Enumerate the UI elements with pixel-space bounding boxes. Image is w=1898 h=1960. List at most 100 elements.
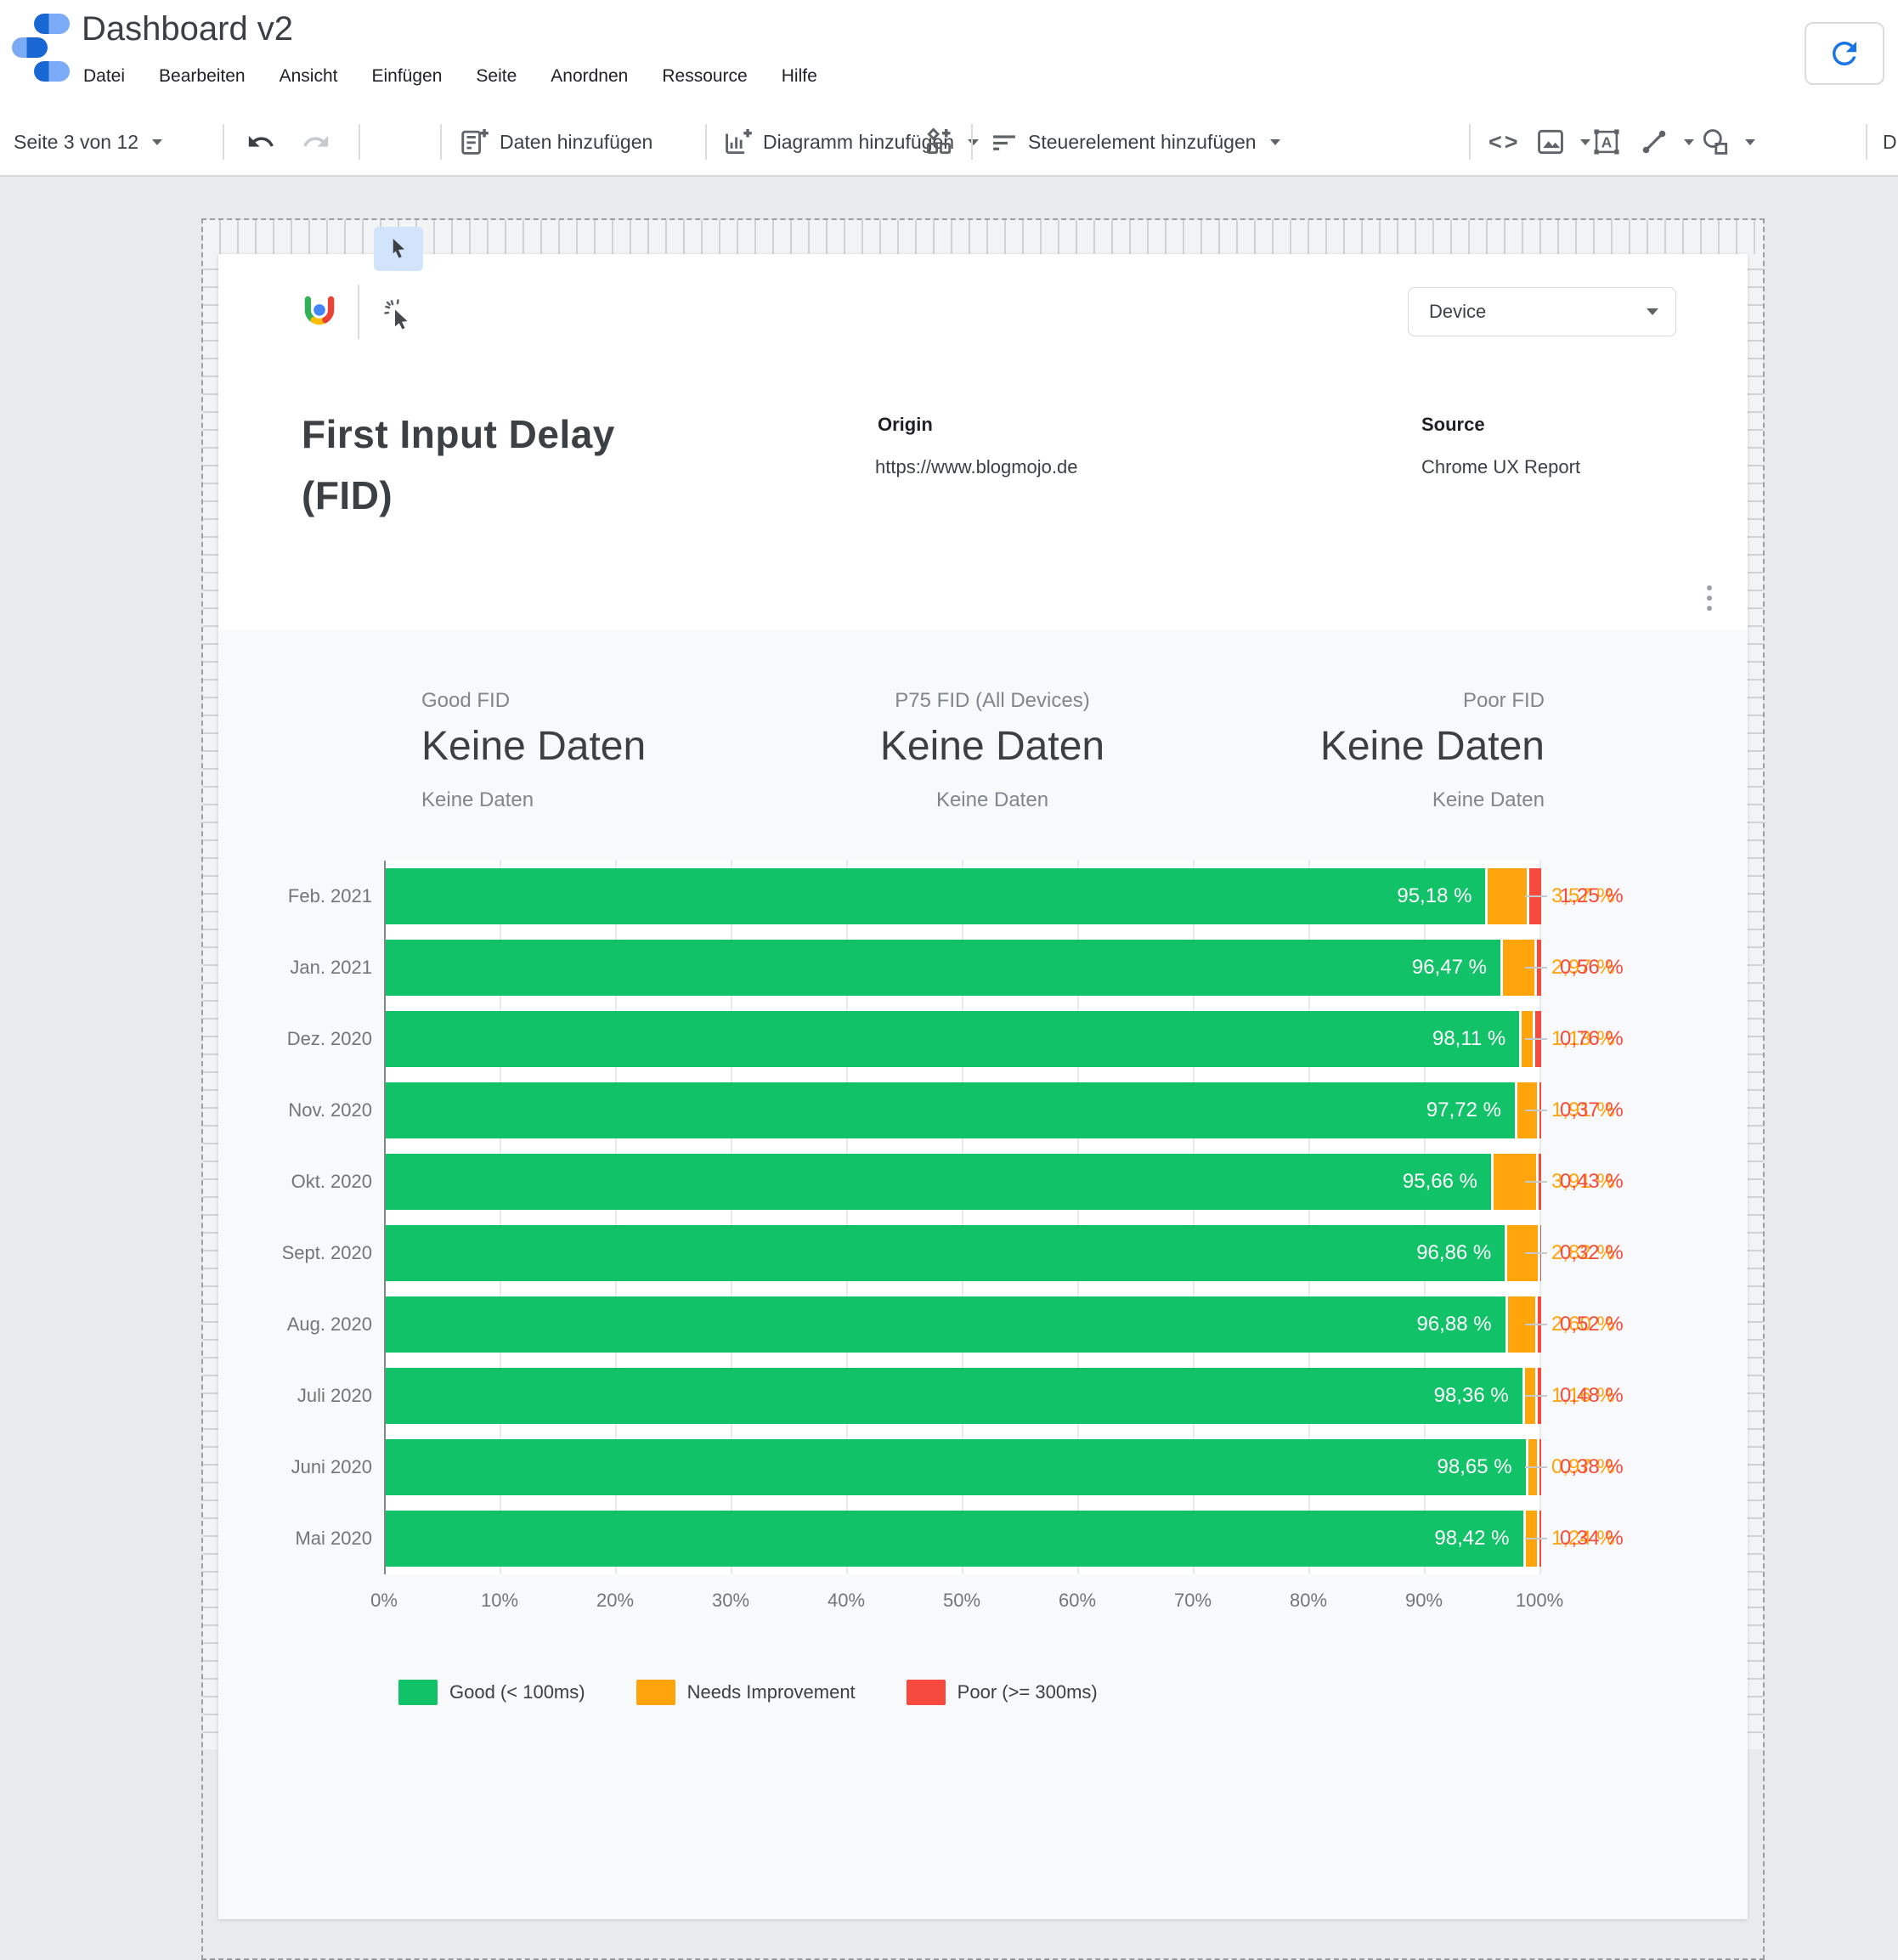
poor-value-label: 0,56 % (1560, 956, 1624, 980)
label-leader-line (1525, 1538, 1547, 1539)
origin-value: https://www.blogmojo.de (875, 456, 1077, 478)
select-tool-button[interactable] (374, 227, 423, 271)
menu-bearbeiten[interactable]: Bearbeiten (159, 66, 246, 87)
chevron-down-icon (152, 139, 162, 145)
shape-tool-icon (1699, 126, 1731, 158)
bar-value-label: 96,88 % (1416, 1313, 1491, 1336)
svg-text:A: A (1601, 133, 1613, 150)
menu-anordnen[interactable]: Anordnen (551, 66, 628, 87)
bar-value-label: 96,47 % (1412, 956, 1487, 980)
label-leader-line (1525, 1324, 1547, 1325)
bar-segment-good (386, 1225, 1505, 1281)
y-axis-label: Okt. 2020 (253, 1171, 386, 1193)
add-chart-icon (722, 126, 754, 158)
interaction-cursor-icon (381, 297, 419, 334)
bar-track: 98,42 %1,24 %0,34 % (386, 1511, 1541, 1567)
add-control-button[interactable]: Steuerelement hinzufügen (989, 109, 1280, 175)
line-tool-icon (1638, 126, 1670, 158)
text-box-icon: A (1590, 126, 1623, 158)
bar-row: Aug. 202096,88 %2,60 %0,52 % (253, 1289, 1579, 1360)
label-leader-line (1525, 1395, 1547, 1397)
bar-row: Okt. 202095,66 %3,91 %0,43 % (253, 1146, 1579, 1217)
label-leader-line (1525, 967, 1547, 969)
embed-url-button[interactable]: <> (1488, 109, 1521, 175)
poor-value-label: 0,37 % (1560, 1099, 1624, 1122)
undo-button[interactable] (246, 109, 275, 175)
label-leader-line (1525, 1181, 1547, 1183)
x-axis-tick-label: 20% (596, 1590, 634, 1612)
bar-chart[interactable]: Feb. 202195,18 %3,57 %1,25 % Jan. 2021 96,… (253, 861, 1579, 1574)
add-data-button[interactable]: Daten hinzufügen (459, 109, 652, 175)
bar-row: Nov. 202097,72 %1,91 %0,37 % (253, 1075, 1579, 1146)
bar-segment-good (386, 1296, 1505, 1353)
device-filter-dropdown[interactable]: Device (1408, 287, 1676, 336)
device-filter-label: Device (1429, 301, 1641, 323)
bar-segment-good (386, 940, 1500, 996)
bar-row: Mai 202098,42 %1,24 %0,34 % (253, 1503, 1579, 1574)
chevron-down-icon (1684, 139, 1694, 145)
scorecard-label: Poor FID (1035, 689, 1545, 713)
redo-button[interactable] (302, 109, 330, 175)
divider (1469, 124, 1471, 160)
toolbar: Seite 3 von 12 Daten hinzufügen Diagramm… (0, 109, 1898, 177)
bar-track: 98,36 %1,16 %0,48 % (386, 1368, 1541, 1424)
bar-row: Feb. 202195,18 %3,57 %1,25 % (253, 861, 1579, 932)
page-selector[interactable]: Seite 3 von 12 (14, 109, 162, 175)
add-line-button[interactable] (1638, 109, 1694, 175)
menu-ansicht[interactable]: Ansicht (280, 66, 338, 87)
bar-segment-good (386, 1511, 1523, 1567)
scorecard-poor-fid[interactable]: Poor FID Keine Daten Keine Daten (1035, 689, 1545, 812)
refresh-button[interactable] (1805, 22, 1884, 85)
report-name[interactable]: Dashboard v2 (82, 10, 293, 48)
add-control-label: Steuerelement hinzufügen (1028, 131, 1257, 154)
label-leader-line (1525, 1252, 1547, 1254)
report-page[interactable]: Device First Input Delay (FID) Origin ht… (218, 254, 1748, 1919)
menu-ressource[interactable]: Ressource (662, 66, 747, 87)
x-axis-tick-label: 70% (1174, 1590, 1212, 1612)
ruler-ticks-top (203, 220, 1763, 254)
bar-value-label: 96,86 % (1416, 1241, 1491, 1265)
x-axis-tick-label: 40% (828, 1590, 865, 1612)
bar-value-label: 98,65 % (1438, 1455, 1512, 1479)
x-axis-tick-label: 50% (943, 1590, 980, 1612)
add-text-button[interactable]: A (1590, 109, 1623, 175)
code-brackets-icon: <> (1488, 129, 1521, 155)
poor-value-label: 0,48 % (1560, 1384, 1624, 1408)
add-shape-button[interactable] (1699, 109, 1755, 175)
x-axis-labels: 0%10%20%30%40%50%60%70%80%90%100% (384, 1590, 1539, 1615)
bar-value-label: 98,42 % (1434, 1527, 1509, 1550)
chevron-down-icon (1580, 139, 1590, 145)
toolbar-overflow[interactable]: D (1883, 109, 1897, 175)
page-selector-label: Seite 3 von 12 (14, 131, 138, 154)
x-axis-tick-label: 0% (370, 1590, 398, 1612)
x-axis-tick-label: 30% (712, 1590, 749, 1612)
menu-hilfe[interactable]: Hilfe (782, 66, 817, 87)
editor-canvas[interactable]: Device First Input Delay (FID) Origin ht… (0, 177, 1898, 1742)
x-axis-tick-label: 100% (1516, 1590, 1563, 1612)
poor-value-label: 0,34 % (1560, 1527, 1624, 1550)
menu-seite[interactable]: Seite (476, 66, 517, 87)
bar-row: Dez. 202098,11 %1,13 %0,76 % (253, 1003, 1579, 1075)
divider (223, 124, 224, 160)
menu-datei[interactable]: Datei (83, 66, 125, 87)
y-axis-label: Sept. 2020 (253, 1242, 386, 1264)
legend-label: Good (< 100ms) (449, 1681, 585, 1703)
menu-einfuegen[interactable]: Einfügen (371, 66, 442, 87)
y-axis-label: Jan. 2021 (253, 957, 386, 979)
legend-swatch-good (398, 1680, 438, 1705)
divider (359, 124, 360, 160)
legend-swatch-needs-improvement (636, 1680, 675, 1705)
y-axis-label: Juni 2020 (253, 1456, 386, 1478)
poor-value-label: 0,38 % (1560, 1455, 1624, 1479)
legend-swatch-poor (907, 1680, 946, 1705)
legend-item-needs-improvement: Needs Improvement (636, 1680, 856, 1705)
poor-value-label: 0,52 % (1560, 1313, 1624, 1336)
label-leader-line (1525, 895, 1547, 897)
component-menu-button[interactable] (1703, 582, 1715, 614)
add-image-button[interactable] (1534, 109, 1590, 175)
bar-value-label: 98,11 % (1432, 1027, 1505, 1051)
bar-segment-good (386, 1368, 1522, 1424)
poor-value-label: 0,43 % (1560, 1170, 1624, 1194)
label-leader-line (1525, 1038, 1547, 1040)
legend-label: Needs Improvement (687, 1681, 856, 1703)
